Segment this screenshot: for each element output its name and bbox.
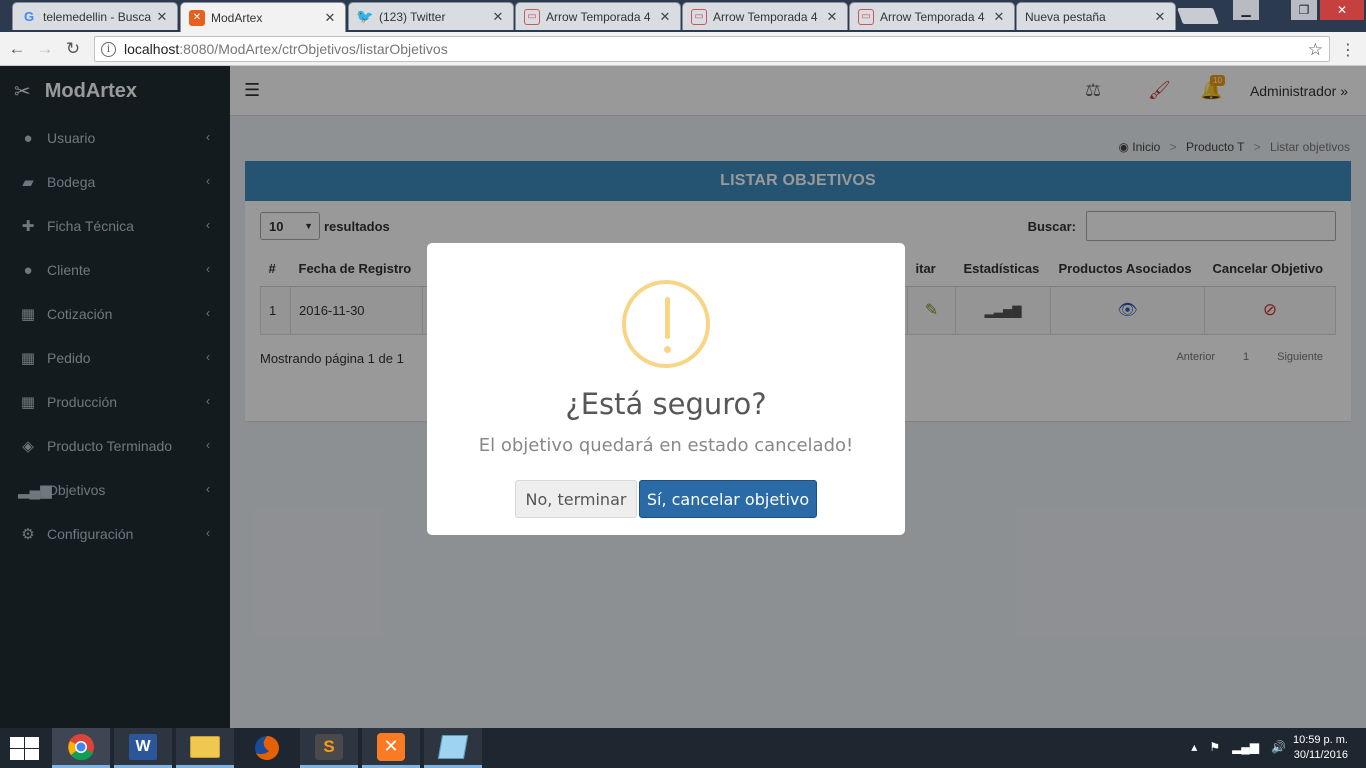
forward-arrow-icon[interactable]: → [34,38,56,60]
clock-date: 30/11/2016 [1293,749,1348,761]
close-icon[interactable]: ✕ [491,9,505,25]
flag-icon[interactable]: ⚑ [1209,740,1220,754]
warning-icon-dot [664,346,671,353]
browser-menu-icon[interactable]: ⋮ [1340,40,1356,60]
dialog-title: ¿Está seguro? [565,387,767,421]
tab-label: Arrow Temporada 4 [880,9,985,24]
chrome-icon[interactable] [52,728,110,768]
url-path: :8080/ModArtex/ctrObjetivos/listarObjeti… [179,41,448,57]
url-input[interactable]: i localhost:8080/ModArtex/ctrObjetivos/l… [94,36,1330,62]
browser-tab-bar: G telemedellin - Busca ✕ ✕ ModArtex ✕ 🐦 … [0,0,1366,32]
sublime-icon[interactable]: S [300,728,358,768]
close-icon[interactable]: ✕ [1153,9,1167,25]
back-arrow-icon[interactable]: ← [6,38,28,60]
window-close-button[interactable]: ✕ [1320,0,1364,20]
close-icon[interactable]: ✕ [155,9,169,25]
twitter-icon: 🐦 [356,8,374,24]
word-icon[interactable]: W [114,728,172,768]
app-page: ✂ ModArtex ● Usuario ‹ ▰ Bodega ‹ ✚ Fich… [0,66,1366,728]
tv-icon: ▭ [691,8,707,25]
tv-icon: ▭ [524,8,540,25]
network-icon[interactable]: ▂▄▆ [1232,740,1259,754]
tab-label: Nueva pestaña [1025,9,1106,24]
chevron-up-icon[interactable]: ▴ [1191,740,1197,754]
close-icon[interactable]: ✕ [825,9,839,25]
warning-icon-bar [665,297,670,339]
browser-tab[interactable]: ▭ Arrow Temporada 4 ✕ [515,2,681,30]
notepad-icon[interactable] [424,728,482,768]
xampp-icon: ✕ [189,9,205,26]
tab-label: Arrow Temporada 4 [713,9,818,24]
new-tab-button[interactable] [1177,8,1219,24]
google-icon: G [23,9,35,24]
confirm-button[interactable]: Sí, cancelar objetivo [639,480,817,518]
browser-tab[interactable]: ▭ Arrow Temporada 4 ✕ [849,2,1015,30]
tab-label: telemedellin - Busca [43,9,151,24]
tab-label: ModArtex [211,10,263,25]
address-bar: ← → ↻ i localhost:8080/ModArtex/ctrObjet… [0,32,1366,66]
clock-time: 10:59 p. m. [1292,734,1348,746]
warning-icon [622,280,710,368]
clock[interactable]: 10:59 p. m. 30/11/2016 [1293,733,1348,763]
browser-tab[interactable]: G telemedellin - Busca ✕ [12,2,178,30]
close-icon[interactable]: ✕ [992,9,1006,25]
reload-icon[interactable]: ↻ [62,38,84,60]
minimize-button[interactable]: ▁ [1233,0,1259,20]
tab-label: (123) Twitter [379,9,446,24]
restore-button[interactable]: ❐ [1291,0,1317,20]
confirm-dialog: ¿Está seguro? El objetivo quedará en est… [427,243,905,535]
system-tray: ▴ ⚑ ▂▄▆ 🔊 [1191,740,1286,754]
browser-tab-active[interactable]: ✕ ModArtex ✕ [180,2,346,32]
close-icon[interactable]: ✕ [658,9,672,25]
xampp-icon[interactable]: ✕ [362,728,420,768]
bookmark-star-icon[interactable]: ☆ [1308,40,1323,60]
browser-tab[interactable]: Nueva pestaña ✕ [1016,2,1176,30]
file-explorer-icon[interactable] [176,728,234,768]
url-host: localhost [124,41,180,57]
windows-start-icon[interactable] [8,736,40,760]
close-icon[interactable]: ✕ [323,10,337,26]
taskbar: W S ✕ ▴ ⚑ ▂▄▆ 🔊 10:59 p. m. 30/11/2016 [0,728,1366,768]
dialog-text: El objetivo quedará en estado cancelado! [478,435,854,456]
volume-icon[interactable]: 🔊 [1271,740,1286,754]
tab-label: Arrow Temporada 4 [546,9,651,24]
info-icon[interactable]: i [101,41,116,57]
firefox-icon[interactable] [238,728,296,768]
browser-tab[interactable]: ▭ Arrow Temporada 4 ✕ [682,2,848,30]
cancel-button[interactable]: No, terminar [515,480,637,518]
browser-tab[interactable]: 🐦 (123) Twitter ✕ [348,2,514,30]
tv-icon: ▭ [858,8,874,25]
